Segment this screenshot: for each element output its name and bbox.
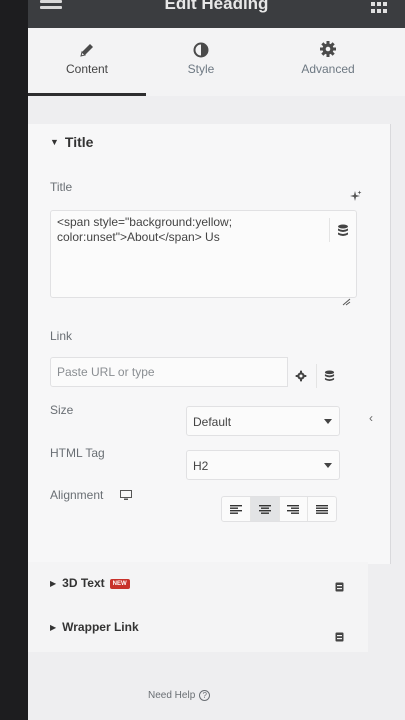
alignment-field-label: Alignment [50, 488, 104, 502]
align-center-button[interactable] [250, 497, 280, 521]
align-justify-icon [316, 504, 329, 514]
editor-header: Edit Heading [28, 0, 405, 28]
new-badge: NEW [109, 579, 130, 589]
section-dynamic-icon [335, 632, 344, 642]
resize-grip-icon[interactable] [341, 298, 351, 306]
align-left-icon [229, 504, 242, 514]
html-tag-select[interactable]: H2 [186, 450, 340, 480]
section-wrapper-link-title: Wrapper Link [62, 620, 139, 634]
chevron-down-icon [324, 419, 332, 424]
chevron-down-icon [324, 463, 332, 468]
section-wrapper-link[interactable]: ▶ Wrapper Link [28, 606, 368, 652]
link-url-input[interactable]: Paste URL or type [50, 357, 288, 387]
contrast-icon [193, 42, 209, 58]
ai-sparkle-icon[interactable] [348, 190, 362, 204]
caret-right-icon: ▶ [50, 579, 57, 588]
page-title: Edit Heading [164, 0, 269, 13]
gear-icon [295, 370, 307, 382]
editor-panel: Content Style Advanced ▼ Title Title <sp… [28, 28, 405, 720]
html-tag-select-value: H2 [193, 459, 209, 473]
section-3d-text[interactable]: ▶ 3D Text NEW [28, 562, 368, 608]
tab-advanced-label: Advanced [301, 62, 355, 76]
html-tag-field-label: HTML Tag [50, 446, 105, 460]
tab-advanced[interactable]: Advanced [268, 28, 388, 96]
align-left-button[interactable] [222, 497, 251, 521]
need-help-link[interactable]: Need Help? [148, 690, 211, 701]
section-title-toggle[interactable]: ▼ Title [50, 134, 93, 150]
size-select[interactable]: Default [186, 406, 340, 436]
caret-right-icon: ▶ [50, 623, 57, 632]
chevron-left-icon[interactable]: ‹ [369, 411, 373, 425]
need-help-label: Need Help [148, 690, 196, 701]
tab-content-label: Content [65, 62, 109, 76]
pencil-icon [80, 44, 93, 57]
title-textarea[interactable]: <span style="background:yellow; color:un… [50, 210, 357, 298]
align-right-icon [287, 504, 300, 514]
title-section: ▼ Title Title <span style="background:yel… [28, 124, 390, 564]
grid-icon[interactable] [371, 2, 387, 14]
panel-divider [390, 124, 391, 564]
desktop-monitor-icon[interactable] [120, 490, 132, 501]
gear-icon [320, 41, 336, 57]
database-icon [337, 224, 348, 236]
link-options-button[interactable] [288, 364, 314, 388]
align-center-icon [258, 504, 271, 514]
link-dynamic-tags-button[interactable] [316, 364, 342, 388]
panel-tabs: Content Style Advanced [28, 28, 405, 96]
align-justify-button[interactable] [308, 497, 336, 521]
section-dynamic-icon [335, 582, 344, 592]
tab-style[interactable]: Style [146, 28, 256, 96]
size-field-label: Size [50, 403, 74, 417]
section-title: Title [64, 134, 94, 150]
caret-down-icon: ▼ [50, 137, 59, 147]
tab-content[interactable]: Content [28, 28, 146, 96]
link-field-label: Link [50, 329, 73, 343]
help-circle-icon: ? [199, 690, 211, 701]
size-select-value: Default [193, 415, 232, 429]
align-right-button[interactable] [280, 497, 309, 521]
title-field-label: Title [50, 180, 73, 194]
alignment-choices [221, 496, 337, 522]
dynamic-tags-button[interactable] [329, 218, 355, 242]
database-icon [324, 370, 335, 382]
tab-style-label: Style [187, 62, 215, 76]
section-3d-text-title: 3D Text [62, 576, 105, 590]
